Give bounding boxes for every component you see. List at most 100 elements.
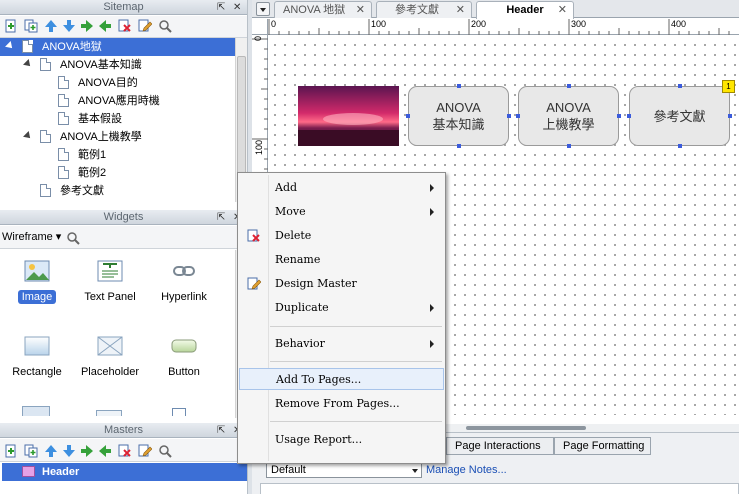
widget-placeholder[interactable]: Placeholder: [75, 335, 145, 378]
sitemap-item-label: 範例1: [78, 149, 107, 161]
masters-item-header[interactable]: Header: [2, 463, 248, 481]
manage-notes-link[interactable]: Manage Notes...: [426, 464, 507, 476]
widget-library-select[interactable]: Wireframe ▾: [2, 230, 61, 243]
menu-item-label: Delete: [275, 229, 312, 242]
selection-handle[interactable]: [567, 144, 571, 148]
menu-item-move[interactable]: Move: [239, 201, 444, 223]
delete-master-icon[interactable]: [118, 444, 132, 458]
close-icon[interactable]: ✕: [356, 2, 365, 18]
sitemap-item-example-1[interactable]: 範例1: [0, 146, 235, 164]
selection-handle[interactable]: [507, 114, 511, 118]
delete-page-icon[interactable]: [118, 19, 132, 33]
tab-page-interactions[interactable]: Page Interactions: [446, 437, 554, 455]
selection-handle[interactable]: [617, 114, 621, 118]
selection-handle[interactable]: [728, 114, 732, 118]
sitemap-item-anova-hell[interactable]: ANOVA地獄: [0, 38, 235, 56]
sitemap-item-anova-basics[interactable]: ANOVA基本知識: [0, 56, 235, 74]
selection-handle[interactable]: [457, 144, 461, 148]
sitemap-item-anova-usage[interactable]: ANOVA應用時機: [0, 92, 235, 110]
panel-pin-icon[interactable]: ⇱: [217, 423, 225, 438]
selection-handle[interactable]: [406, 114, 410, 118]
indent-icon[interactable]: [80, 19, 94, 33]
close-icon[interactable]: ✕: [456, 2, 465, 18]
node-label: 基本知識: [432, 117, 485, 132]
selection-handle[interactable]: [678, 84, 682, 88]
add-page-icon[interactable]: [4, 19, 18, 33]
close-icon[interactable]: ✕: [558, 2, 567, 18]
menu-item-remove-from-pages[interactable]: Remove From Pages...: [239, 393, 444, 415]
canvas-hscrollbar[interactable]: [446, 424, 739, 432]
selection-handle[interactable]: [627, 114, 631, 118]
outdent-icon[interactable]: [98, 19, 112, 33]
canvas-node-anova-basics[interactable]: ANOVA 基本知識: [408, 86, 509, 146]
sitemap-item-anova-purpose[interactable]: ANOVA目的: [0, 74, 235, 92]
scrollbar-thumb[interactable]: [466, 426, 586, 430]
masters-title: Masters: [103, 424, 144, 436]
sitemap-item-label: ANOVA應用時機: [78, 95, 160, 107]
panel-close-icon[interactable]: ✕: [233, 0, 241, 15]
menu-item-delete[interactable]: Delete: [239, 225, 444, 247]
sitemap-item-anova-tutorial[interactable]: ANOVA上機教學: [0, 128, 235, 146]
edit-master-icon[interactable]: [138, 444, 152, 458]
add-master-icon[interactable]: [4, 444, 18, 458]
widget-rectangle[interactable]: Rectangle: [2, 335, 72, 378]
notes-textarea[interactable]: [260, 483, 739, 494]
edit-page-icon[interactable]: [138, 19, 152, 33]
notes-set-select[interactable]: Default: [266, 463, 422, 478]
menu-item-usage-report[interactable]: Usage Report...: [239, 429, 444, 451]
expand-icon[interactable]: [23, 131, 33, 141]
widget-label: Rectangle: [12, 366, 62, 378]
footnote-badge[interactable]: 1: [722, 80, 735, 93]
tab-references[interactable]: 參考文獻 ✕: [376, 1, 472, 18]
menu-item-add-to-pages[interactable]: Add To Pages...: [239, 368, 444, 390]
selection-handle[interactable]: [567, 84, 571, 88]
sitemap-item-example-2[interactable]: 範例2: [0, 164, 235, 182]
menu-item-design-master[interactable]: Design Master: [239, 273, 444, 295]
selection-handle[interactable]: [516, 114, 520, 118]
widget-text-panel[interactable]: Text Panel: [75, 260, 145, 303]
ruler-label: 100: [371, 19, 387, 29]
scrollbar-thumb[interactable]: [237, 56, 246, 182]
expand-icon[interactable]: [5, 41, 15, 51]
indent-icon[interactable]: [80, 444, 94, 458]
expand-icon[interactable]: [23, 59, 33, 69]
tab-anova-hell[interactable]: ANOVA 地獄 ✕: [274, 1, 372, 18]
widget-image[interactable]: Image: [2, 260, 72, 304]
search-icon[interactable]: [66, 231, 80, 245]
sitemap-item-assumptions[interactable]: 基本假設: [0, 110, 235, 128]
menu-item-label: Move: [275, 205, 306, 218]
menu-item-behavior[interactable]: Behavior: [239, 333, 444, 355]
tab-header[interactable]: Header ✕: [476, 1, 574, 19]
add-child-page-icon[interactable]: [24, 19, 38, 33]
menu-item-add[interactable]: Add: [239, 177, 444, 199]
move-down-icon[interactable]: [62, 19, 76, 33]
selection-handle[interactable]: [678, 144, 682, 148]
tab-label: 參考文獻: [395, 4, 439, 16]
page-icon: [40, 130, 51, 143]
menu-item-duplicate[interactable]: Duplicate: [239, 297, 444, 319]
move-down-icon[interactable]: [62, 444, 76, 458]
canvas-image[interactable]: [298, 86, 399, 146]
masters-item-label: Header: [42, 466, 80, 478]
menu-item-label: Remove From Pages...: [275, 397, 400, 410]
widget-hyperlink[interactable]: Hyperlink: [149, 260, 219, 303]
panel-pin-icon[interactable]: ⇱: [217, 0, 225, 15]
canvas-node-references[interactable]: 參考文獻: [629, 86, 730, 146]
add-folder-icon[interactable]: [24, 444, 38, 458]
search-icon[interactable]: [158, 444, 172, 458]
sitemap-item-references[interactable]: 參考文獻: [0, 182, 235, 200]
widget-partial[interactable]: [96, 410, 122, 416]
outdent-icon[interactable]: [98, 444, 112, 458]
widget-button[interactable]: Button: [149, 335, 219, 378]
tab-list-dropdown[interactable]: [256, 2, 270, 16]
menu-item-rename[interactable]: Rename: [239, 249, 444, 271]
move-up-icon[interactable]: [44, 19, 58, 33]
search-icon[interactable]: [158, 19, 172, 33]
widget-partial[interactable]: [172, 408, 186, 416]
tab-page-formatting[interactable]: Page Formatting: [554, 437, 651, 455]
selection-handle[interactable]: [457, 84, 461, 88]
move-up-icon[interactable]: [44, 444, 58, 458]
panel-pin-icon[interactable]: ⇱: [217, 210, 225, 225]
canvas-node-anova-tutorial[interactable]: ANOVA 上機教學: [518, 86, 619, 146]
widget-table-partial[interactable]: [22, 406, 50, 416]
